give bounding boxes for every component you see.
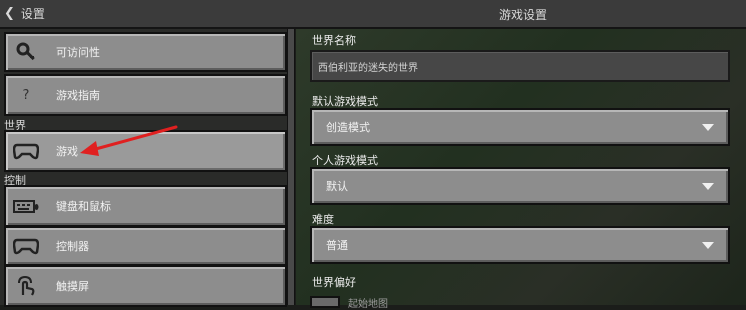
world-name-label: 世界名称: [312, 34, 356, 47]
sidebar-item-game[interactable]: 游戏: [4, 130, 287, 172]
default-mode-label: 默认游戏模式: [312, 95, 378, 108]
toggle-checkbox[interactable]: [310, 296, 340, 308]
sidebar-item-accessibility[interactable]: 可访问性: [4, 32, 287, 72]
personal-mode-value: 默认: [326, 180, 348, 193]
keyboard-icon: [6, 187, 46, 225]
gamepad-icon: [6, 132, 46, 170]
back-label: 设置: [20, 6, 45, 21]
top-bar: ❮ 设置 游戏设置: [0, 0, 746, 29]
controller-icon: [6, 228, 46, 264]
sidebar-item-touch[interactable]: 触摸屏: [4, 265, 287, 307]
back-button[interactable]: ❮ 设置: [4, 3, 45, 23]
sidebar-item-guide[interactable]: ? 游戏指南: [4, 74, 287, 116]
page-title: 游戏设置: [498, 8, 547, 22]
sidebar-item-label: 可访问性: [56, 46, 100, 59]
default-mode-value: 创造模式: [326, 121, 370, 134]
sidebar-item-label: 控制器: [56, 240, 89, 253]
world-prefs-label: 世界偏好: [312, 276, 356, 289]
world-pref-option-label: 起始地图: [348, 298, 388, 310]
sidebar-item-controller[interactable]: 控制器: [4, 226, 287, 266]
chevron-down-icon: [702, 242, 714, 249]
default-mode-dropdown[interactable]: 创造模式: [310, 108, 730, 146]
difficulty-dropdown[interactable]: 普通: [310, 226, 730, 264]
sidebar-item-label: 键盘和鼠标: [56, 200, 111, 213]
sidebar-item-label: 游戏指南: [56, 89, 100, 102]
chevron-left-icon: ❮: [4, 5, 15, 21]
game-settings-panel: 世界名称 西伯利亚的迷失的世界 默认游戏模式 创造模式 个人游戏模式 默认 难度…: [296, 29, 746, 310]
personal-mode-label: 个人游戏模式: [312, 154, 378, 167]
sidebar-item-keyboard-mouse[interactable]: 键盘和鼠标: [4, 185, 287, 227]
difficulty-label: 难度: [312, 213, 334, 226]
chevron-down-icon: [702, 124, 714, 131]
sidebar: 可访问性 ? 游戏指南 世界 游戏 控制 键盘和鼠标 控制器 触摸屏: [0, 29, 294, 307]
chevron-down-icon: [702, 183, 714, 190]
question-icon: ?: [22, 87, 30, 103]
touch-icon: [6, 267, 46, 305]
world-name-input[interactable]: 西伯利亚的迷失的世界: [310, 50, 730, 82]
panel-scrollbar[interactable]: [287, 29, 295, 305]
difficulty-value: 普通: [326, 239, 348, 252]
personal-mode-dropdown[interactable]: 默认: [310, 167, 730, 205]
sidebar-item-label: 触摸屏: [56, 280, 89, 293]
world-pref-row[interactable]: 起始地图: [310, 295, 388, 310]
world-name-value: 西伯利亚的迷失的世界: [318, 62, 418, 74]
key-icon: [6, 34, 46, 70]
sidebar-item-label: 游戏: [56, 145, 78, 158]
